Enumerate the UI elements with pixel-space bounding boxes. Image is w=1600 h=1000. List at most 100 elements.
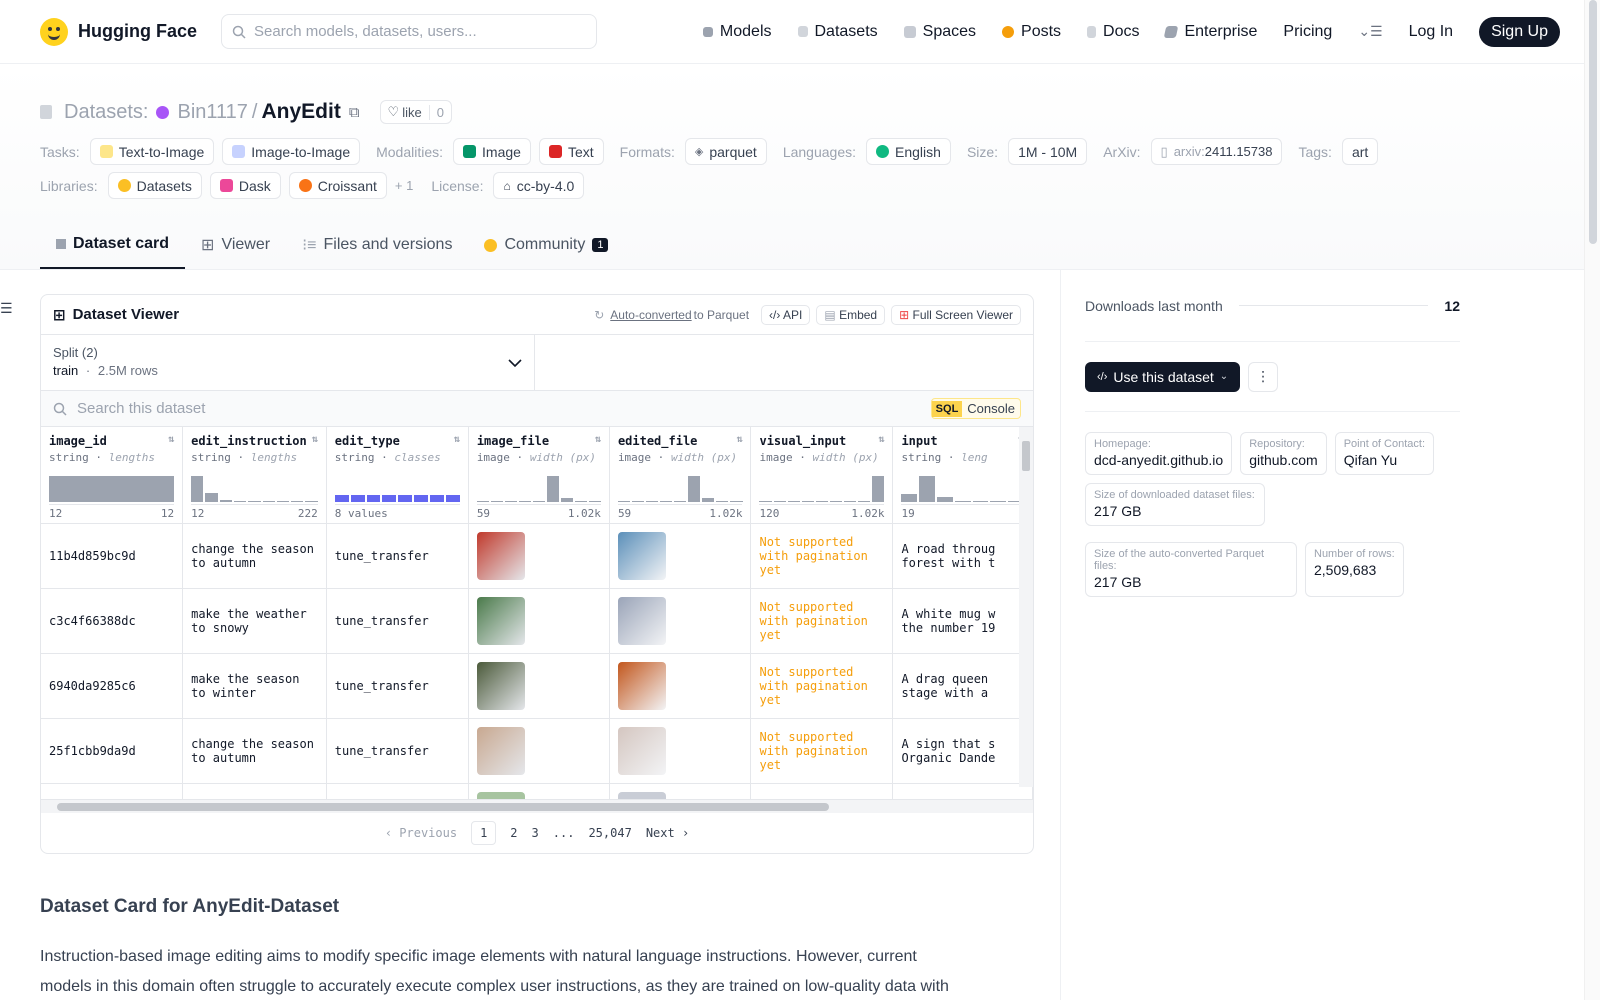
- cell-image-file[interactable]: [468, 523, 610, 589]
- histogram-bar[interactable]: [646, 501, 659, 502]
- cell-edited-file[interactable]: [609, 653, 752, 719]
- histogram-bar[interactable]: [205, 492, 218, 502]
- histogram-bar[interactable]: [901, 494, 918, 502]
- cell-edit-instruction[interactable]: change the season to autumn: [182, 718, 327, 784]
- like-button[interactable]: ♡ like 0: [379, 100, 452, 124]
- signup-button[interactable]: Sign Up: [1479, 16, 1560, 47]
- dataset-search-input[interactable]: Search this dataset SQL Console: [41, 391, 1033, 427]
- tab-files[interactable]: ⁝≡ Files and versions: [286, 235, 468, 269]
- data-table-wrap[interactable]: image_id ⇅ string · lengths 12 12 edit_instru…: [41, 427, 1033, 799]
- scroll-thumb[interactable]: [57, 803, 829, 811]
- split-select[interactable]: Split (2) train · 2.5M rows: [41, 335, 535, 390]
- libraries-more-link[interactable]: + 1: [395, 178, 413, 193]
- histogram-bar[interactable]: [334, 495, 349, 502]
- histogram-bar[interactable]: [350, 495, 365, 502]
- table-cell[interactable]: [182, 783, 327, 799]
- histogram-bar[interactable]: [588, 501, 601, 502]
- histogram-bar[interactable]: [291, 501, 304, 502]
- previous-page-button[interactable]: ‹ Previous: [385, 826, 457, 840]
- histogram-bar[interactable]: [305, 501, 318, 502]
- sort-icon[interactable]: ⇅: [736, 434, 742, 448]
- format-chip-parquet[interactable]: ◈ parquet: [684, 138, 767, 165]
- image-thumbnail[interactable]: [617, 661, 666, 710]
- histogram-bar[interactable]: [730, 501, 743, 502]
- nav-datasets[interactable]: Datasets: [797, 23, 878, 41]
- image-thumbnail[interactable]: [476, 596, 525, 645]
- table-cell[interactable]: [750, 783, 894, 799]
- nav-more-menu[interactable]: ⌄☰: [1358, 23, 1382, 40]
- cell-input[interactable]: A sign that s Organic Dande: [892, 718, 1033, 784]
- histogram-bar[interactable]: [276, 501, 290, 502]
- histogram-bar[interactable]: [366, 495, 381, 502]
- size-chip[interactable]: 1M - 10M: [1008, 138, 1088, 165]
- column-header-edit_type[interactable]: edit_type ⇅ string · classes 8 values: [326, 427, 469, 524]
- cell-edit-instruction[interactable]: make the season to winter: [182, 653, 327, 719]
- repo-name-link[interactable]: AnyEdit: [261, 100, 340, 124]
- page-2-button[interactable]: 2: [510, 826, 517, 840]
- image-thumbnail[interactable]: [476, 661, 525, 710]
- cell-input[interactable]: A white mug w the number 19: [892, 588, 1033, 654]
- histogram-bar[interactable]: [844, 501, 857, 502]
- brand-logo[interactable]: Hugging Face: [40, 17, 197, 46]
- page-1-button[interactable]: 1: [471, 821, 497, 845]
- cell-edited-file[interactable]: [609, 718, 752, 784]
- histogram-bar[interactable]: [382, 495, 397, 502]
- histogram-bar[interactable]: [688, 476, 701, 502]
- histogram-bar[interactable]: [233, 500, 247, 502]
- histogram-bar[interactable]: [937, 496, 953, 502]
- histogram-bar[interactable]: [954, 500, 971, 502]
- histogram-bar[interactable]: [219, 500, 232, 502]
- histogram-bar[interactable]: [445, 495, 460, 502]
- cell-visual-input[interactable]: Not supported with pagination yet: [750, 653, 894, 719]
- fullscreen-viewer-button[interactable]: ⊞ Full Screen Viewer: [891, 304, 1021, 325]
- cell-image-id[interactable]: 6940da9285c6: [41, 653, 184, 719]
- nav-models[interactable]: Models: [702, 23, 772, 41]
- table-horizontal-scrollbar[interactable]: [41, 799, 1033, 813]
- cell-image-id[interactable]: c3c4f66388dc: [41, 588, 184, 654]
- task-chip-text-to-image[interactable]: Text-to-Image: [89, 138, 215, 165]
- histogram-bar[interactable]: [773, 501, 786, 502]
- histogram-bar[interactable]: [632, 501, 645, 502]
- image-thumbnail[interactable]: [617, 531, 666, 580]
- histogram-bar[interactable]: [574, 501, 587, 502]
- histogram-bar[interactable]: [716, 501, 729, 502]
- modality-chip-image[interactable]: Image: [453, 138, 531, 165]
- image-thumbnail[interactable]: [476, 726, 525, 775]
- histogram-bar[interactable]: [476, 501, 489, 502]
- scroll-thumb[interactable]: [1022, 441, 1030, 471]
- histogram-bar[interactable]: [532, 501, 545, 502]
- table-cell[interactable]: [326, 783, 469, 799]
- table-cell[interactable]: [892, 783, 1033, 799]
- sort-icon[interactable]: ⇅: [454, 434, 460, 448]
- cell-image-file[interactable]: [468, 653, 610, 719]
- modality-chip-text[interactable]: Text: [538, 138, 604, 165]
- image-thumbnail[interactable]: [617, 791, 666, 799]
- login-link[interactable]: Log In: [1409, 23, 1453, 41]
- cell-image-id[interactable]: 25f1cbb9da9d: [41, 718, 184, 784]
- table-row[interactable]: 25f1cbb9da9d change the season to autumn t…: [41, 718, 1033, 784]
- use-this-dataset-button[interactable]: ‹/› Use this dataset ⌄: [1085, 361, 1241, 392]
- histogram-bar[interactable]: [830, 501, 843, 502]
- tab-community[interactable]: Community 1: [468, 235, 624, 269]
- copy-icon[interactable]: ⧉: [349, 104, 360, 121]
- cell-edit-type[interactable]: tune_transfer: [326, 653, 469, 719]
- cell-image-file[interactable]: [468, 718, 610, 784]
- column-header-edited_file[interactable]: edited_file ⇅ image · width (px) 59 1.02k: [609, 427, 752, 524]
- sort-icon[interactable]: ⇅: [595, 434, 601, 448]
- cell-edit-instruction[interactable]: change the season to autumn: [182, 523, 327, 589]
- page-3-button[interactable]: 3: [532, 826, 539, 840]
- histogram-bar[interactable]: [617, 501, 630, 502]
- nav-enterprise[interactable]: Enterprise: [1164, 23, 1257, 41]
- histogram-bar[interactable]: [787, 501, 800, 502]
- histogram-bar[interactable]: [262, 501, 275, 502]
- histogram-bar[interactable]: [702, 498, 715, 502]
- cell-visual-input[interactable]: Not supported with pagination yet: [750, 523, 894, 589]
- cell-visual-input[interactable]: Not supported with pagination yet: [750, 718, 894, 784]
- auto-converted-link[interactable]: Auto-converted: [610, 308, 691, 322]
- cell-image-file[interactable]: [468, 588, 610, 654]
- histogram-bar[interactable]: [430, 495, 444, 502]
- histogram-bar[interactable]: [504, 501, 517, 502]
- table-row[interactable]: 11b4d859bc9d change the season to autumn t…: [41, 523, 1033, 589]
- cell-image-file[interactable]: [468, 783, 610, 799]
- table-row[interactable]: [41, 783, 1033, 799]
